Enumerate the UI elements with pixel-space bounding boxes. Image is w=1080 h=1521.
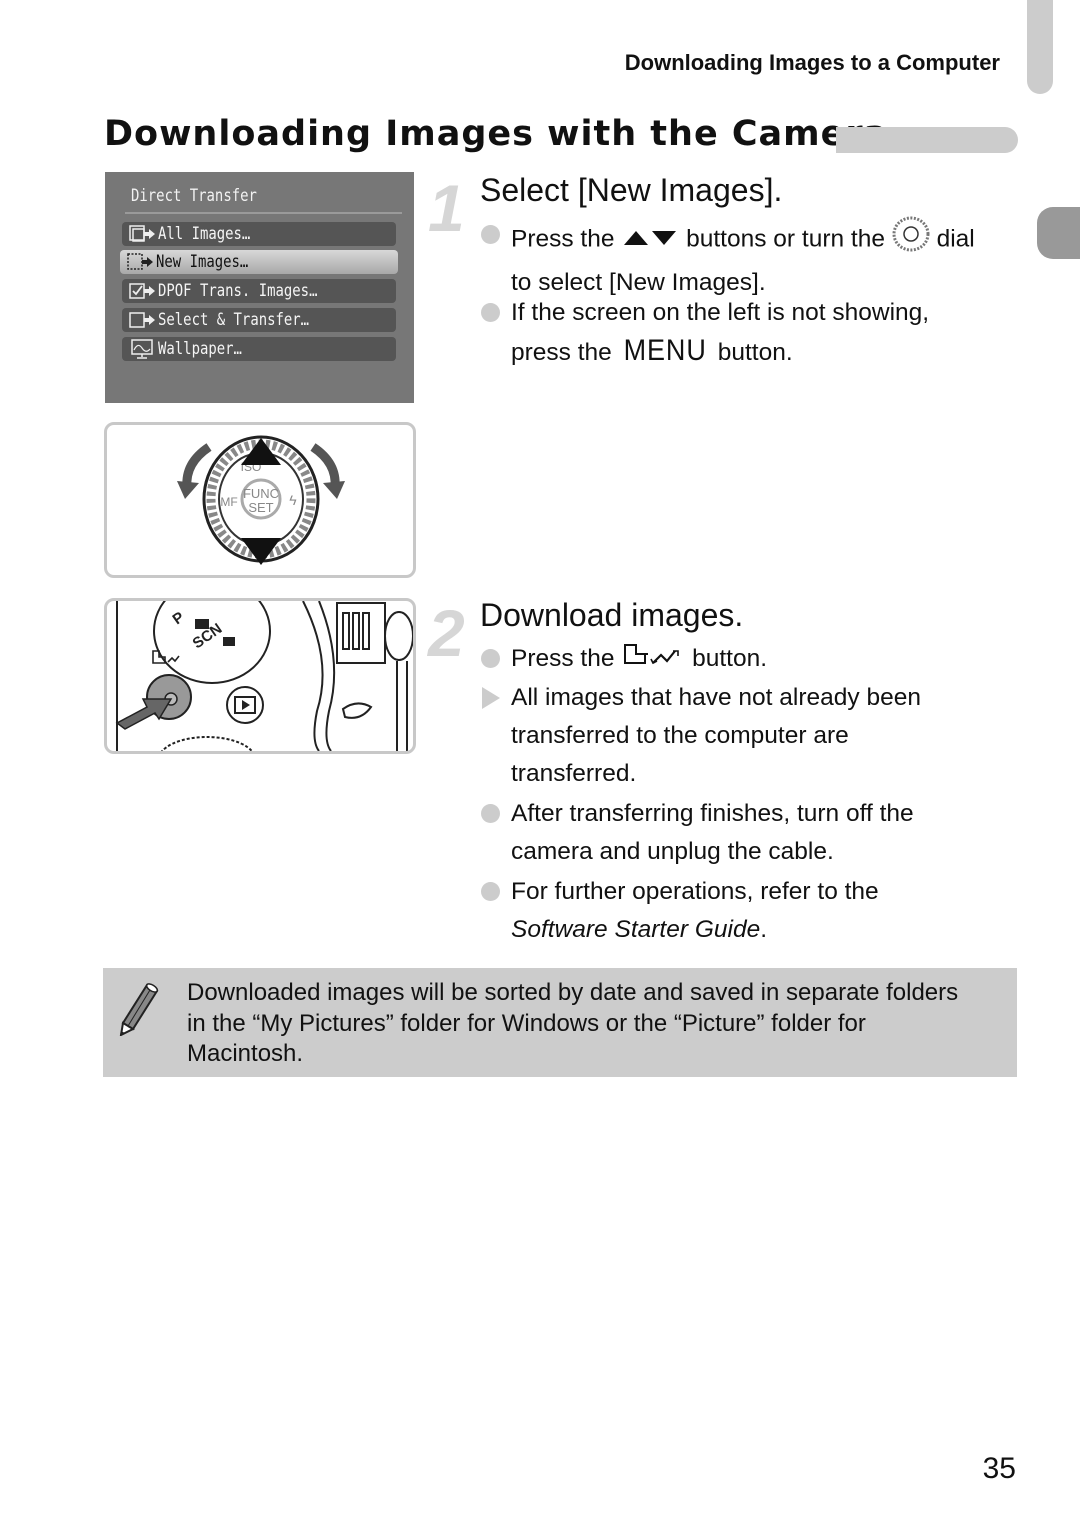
step-2-bullet-1: Press the button. (481, 640, 1021, 679)
camera-lcd-screen: Direct Transfer All Images… New Images… … (105, 172, 414, 403)
lcd-menu-item-label: DPOF Trans. Images… (158, 281, 318, 301)
bullet-circle-icon (481, 225, 500, 244)
guide-title: Software Starter Guide (511, 916, 761, 943)
bullet-circle-icon (481, 649, 500, 668)
lcd-menu-item-dpof[interactable]: DPOF Trans. Images… (122, 279, 396, 303)
step-2-bullet-2: All images that have not already been tr… (482, 679, 1021, 793)
step-2-heading: Download images. (480, 597, 744, 633)
camera-body-illustration: P SCN (104, 598, 416, 754)
control-dial-icon (892, 216, 930, 264)
movie-mode-icon (223, 637, 235, 646)
lcd-menu-item-new-images[interactable]: New Images… (120, 250, 398, 274)
control-dial-illustration: FUNC SET ISO MF ϟ (104, 422, 416, 578)
running-header: Downloading Images to a Computer (624, 50, 1000, 75)
step-1-heading: Select [New Images]. (480, 172, 783, 208)
lcd-menu-item-label: All Images… (158, 224, 251, 244)
bullet-circle-icon (481, 882, 500, 901)
flash-icon: ϟ (289, 492, 297, 508)
lcd-menu-item-label: Select & Transfer… (158, 310, 310, 330)
lcd-divider (125, 212, 402, 214)
lcd-menu-item-wallpaper[interactable]: Wallpaper… (122, 337, 396, 361)
chapter-tab-top (1027, 0, 1053, 94)
lcd-title: Direct Transfer (131, 186, 257, 206)
up-down-buttons-icon (621, 221, 679, 259)
lcd-menu-item-all-images[interactable]: All Images… (122, 222, 396, 246)
set-label: SET (248, 500, 273, 515)
pencil-icon (117, 982, 163, 1041)
dpof-transfer-icon (128, 281, 158, 301)
step-1-bullet-2: If the screen on the left is not showing… (481, 294, 1021, 372)
step-number-1: 1 (428, 171, 465, 245)
camera-mode-icon (195, 619, 209, 629)
menu-button-glyph: MENU (623, 334, 707, 367)
step-2-bullet-4: For further operations, refer to the Sof… (481, 873, 1021, 949)
step-2-bullet-3: After transferring finishes, turn off th… (481, 795, 1021, 871)
new-images-transfer-icon (126, 252, 156, 272)
step-number-2: 2 (428, 596, 465, 670)
note-text: Downloaded images will be sorted by date… (187, 979, 959, 1067)
arrow-head (323, 481, 345, 499)
func-label: FUNC (243, 486, 279, 501)
all-images-transfer-icon (128, 224, 158, 244)
bullet-triangle-icon (482, 687, 500, 709)
select-transfer-icon (128, 310, 158, 330)
arrow-head (177, 481, 199, 499)
print-share-button-icon (621, 641, 685, 679)
wallpaper-icon (128, 339, 158, 359)
bullet-circle-icon (481, 303, 500, 322)
section-title: Downloading Images with the Camera (104, 114, 889, 154)
note-box: Downloaded images will be sorted by date… (103, 968, 1017, 1077)
lcd-menu-item-label: Wallpaper… (158, 339, 242, 359)
page-number: 35 (982, 1452, 1016, 1485)
lcd-menu-item-select-transfer[interactable]: Select & Transfer… (122, 308, 396, 332)
step-1-bullet-1: Press the buttons or turn the dial to se… (481, 216, 1021, 302)
chapter-tab-side (1037, 207, 1080, 259)
mf-label: MF (220, 495, 237, 509)
bullet-circle-icon (481, 804, 500, 823)
lcd-menu-item-label: New Images… (156, 252, 249, 272)
title-decoration-bar (836, 127, 1018, 153)
